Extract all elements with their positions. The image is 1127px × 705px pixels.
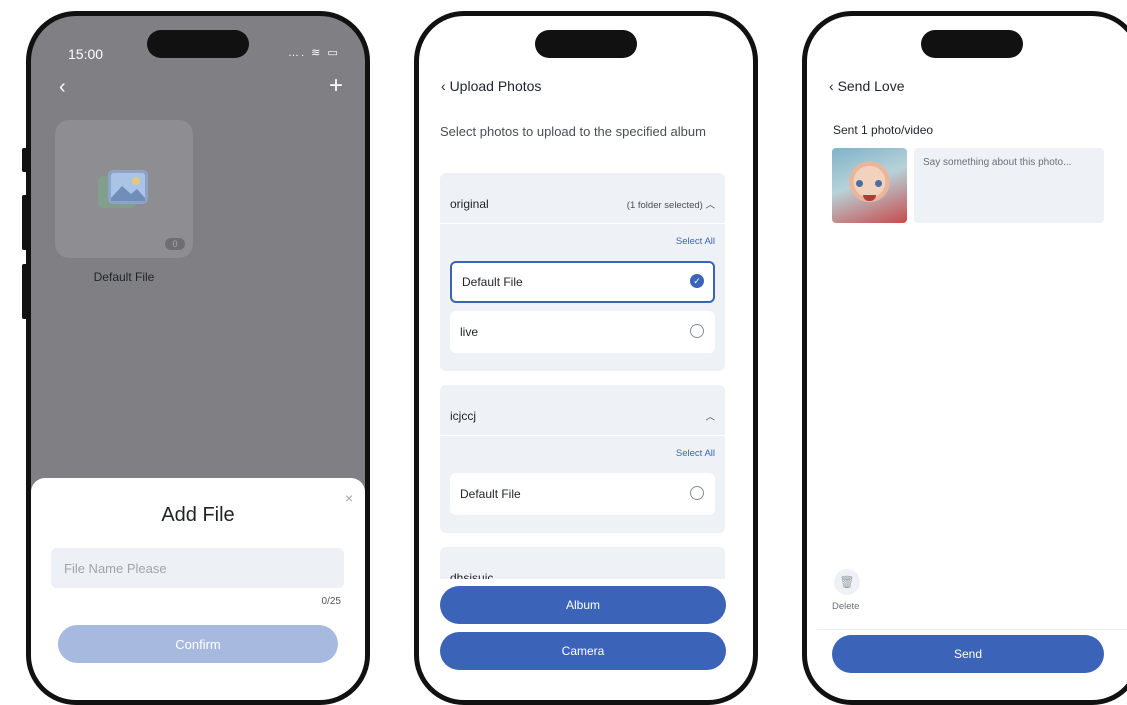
sent-count-label: Sent 1 photo/video <box>833 123 934 137</box>
album-card[interactable]: 0 <box>55 120 193 258</box>
image-icon <box>98 170 148 208</box>
chevron-up-icon[interactable]: ︿ <box>705 571 715 579</box>
plus-icon[interactable]: + <box>329 72 343 100</box>
radio-icon <box>690 486 704 500</box>
option-live[interactable]: live <box>450 311 715 353</box>
chevron-up-icon[interactable]: ︿ <box>705 409 715 423</box>
option-default-file[interactable]: Default File ✓ <box>450 261 715 303</box>
back-icon[interactable]: ‹ <box>59 76 66 99</box>
album-button[interactable]: Album <box>440 586 726 624</box>
trash-icon[interactable]: 🗑 <box>834 569 860 595</box>
status-time: 15:00 <box>68 46 104 62</box>
check-icon: ✓ <box>690 274 704 288</box>
folder-meta[interactable]: (1 folder selected) ︿ <box>627 197 715 211</box>
header-back[interactable]: ‹ Send Love <box>829 78 905 94</box>
phone-upload-photos: ‹ Upload Photos Select photos to upload … <box>414 11 758 705</box>
folder-name: original <box>450 197 489 211</box>
thumbnail-eye <box>856 180 863 187</box>
page-title: Upload Photos <box>449 78 542 94</box>
chevron-left-icon: ‹ <box>829 78 838 94</box>
add-file-sheet: × Add File 0/25 Confirm <box>31 478 365 700</box>
select-all-link[interactable]: Select All <box>676 236 715 247</box>
sheet-title: Add File <box>161 504 235 526</box>
option-label: Default File <box>462 275 523 289</box>
caption-input[interactable] <box>914 148 1104 223</box>
camera-button[interactable]: Camera <box>440 632 726 670</box>
status-icons: …. ≋ ▭ <box>288 47 340 59</box>
option-label: Default File <box>460 487 521 501</box>
folder-section: icjccj ︿ Select All Default File <box>440 385 725 533</box>
radio-icon <box>690 324 704 338</box>
photo-thumbnail[interactable] <box>832 148 907 223</box>
select-all-link[interactable]: Select All <box>676 448 715 459</box>
file-name-input[interactable] <box>51 548 344 588</box>
thumbnail-eye <box>875 180 882 187</box>
divider <box>817 629 1127 630</box>
divider <box>440 223 725 224</box>
phone-send-love: ‹ Send Love Sent 1 photo/video 🗑 Delete … <box>802 11 1127 705</box>
chevron-left-icon: ‹ <box>441 78 450 94</box>
folder-name: icjccj <box>450 409 476 423</box>
album-name: Default File <box>93 270 155 284</box>
option-default-file[interactable]: Default File <box>450 473 715 515</box>
option-label: live <box>460 325 479 339</box>
divider <box>440 435 725 436</box>
confirm-button[interactable]: Confirm <box>58 625 338 663</box>
dynamic-island <box>535 30 637 58</box>
chevron-up-icon: ︿ <box>705 200 715 211</box>
count-badge: 0 <box>165 238 185 250</box>
scroll-area[interactable]: ‹ Upload Photos Select photos to upload … <box>419 16 753 579</box>
dynamic-island <box>147 30 249 58</box>
header-back[interactable]: ‹ Upload Photos <box>441 78 541 94</box>
phone-add-file: 15:00 …. ≋ ▭ ‹ + 0 Default File × Add Fi… <box>26 11 370 705</box>
page-title: Send Love <box>837 78 905 94</box>
dynamic-island <box>921 30 1023 58</box>
delete-label: Delete <box>832 601 860 612</box>
send-button[interactable]: Send <box>832 635 1104 673</box>
folder-name: dhsjsuic <box>450 571 494 579</box>
folder-section: dhsjsuic ︿ <box>440 547 725 579</box>
page-subtitle: Select photos to upload to the specified… <box>440 124 706 139</box>
folder-section: original (1 folder selected) ︿ Select Al… <box>440 173 725 371</box>
char-counter: 0/25 <box>321 596 341 607</box>
thumbnail-mouth <box>863 195 876 201</box>
